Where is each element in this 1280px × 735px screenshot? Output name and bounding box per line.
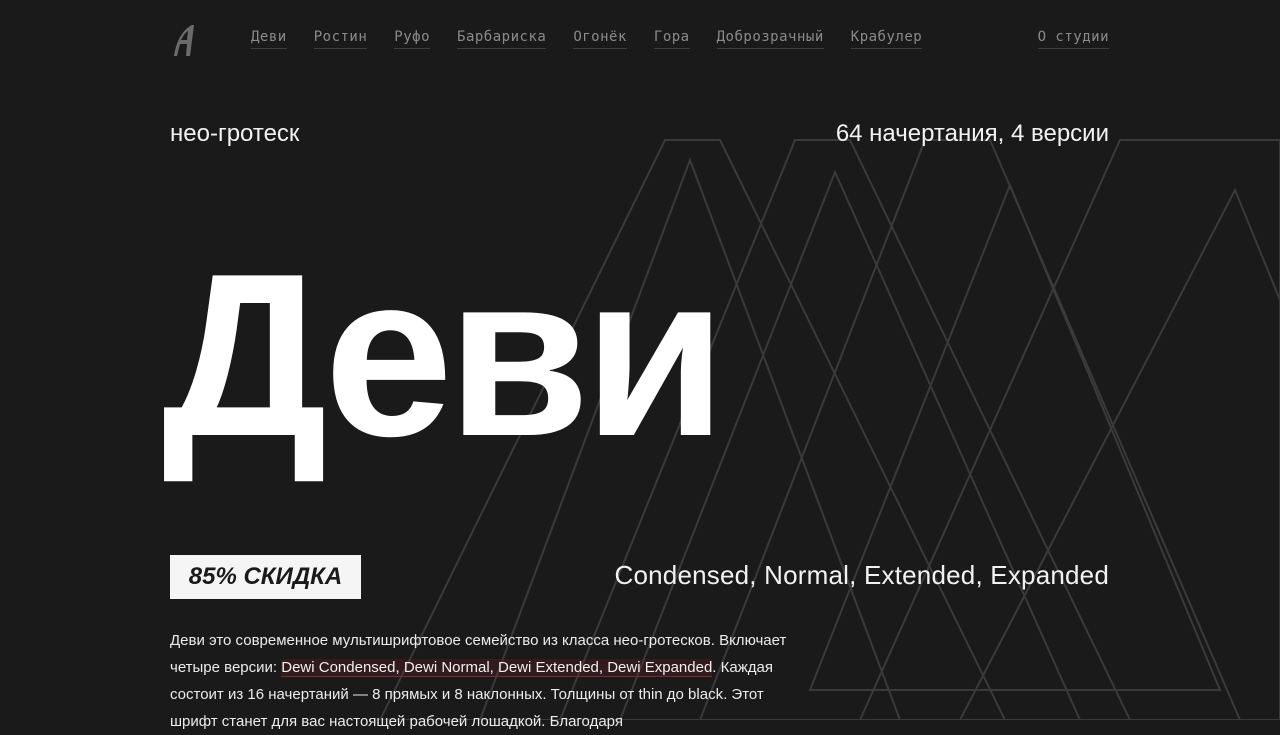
- nav-item-dobrozrachny[interactable]: Доброзрачный: [716, 29, 824, 49]
- versions-link[interactable]: Dewi Condensed, Dewi Normal, Dewi Extend…: [281, 659, 713, 677]
- nav-item-gora[interactable]: Гора: [653, 29, 690, 49]
- studio-logo-icon[interactable]: [170, 22, 198, 58]
- styles-count: 64 начертания, 4 версии: [835, 120, 1109, 147]
- nav-item-devi[interactable]: Деви: [251, 29, 287, 49]
- font-class-label: нео-гротеск: [170, 120, 300, 147]
- discount-badge[interactable]: 85% СКИДКА: [170, 555, 361, 599]
- main-nav: Деви Ростин Руфо Барбариска Огонёк Гора …: [251, 29, 923, 49]
- font-name-title: Деви: [162, 226, 726, 485]
- font-description: Деви это современное мультишрифтовое сем…: [170, 627, 790, 735]
- nav-item-barbariska[interactable]: Барбариска: [457, 29, 547, 49]
- about-studio-link[interactable]: О студии: [1037, 29, 1109, 49]
- nav-item-rufo[interactable]: Руфо: [394, 29, 431, 49]
- nav-item-ogonek[interactable]: Огонёк: [573, 29, 627, 49]
- nav-item-rostin[interactable]: Ростин: [313, 29, 368, 49]
- font-versions: Condensed, Normal, Extended, Expanded: [614, 560, 1109, 590]
- nav-item-krabuler[interactable]: Крабулер: [850, 29, 923, 49]
